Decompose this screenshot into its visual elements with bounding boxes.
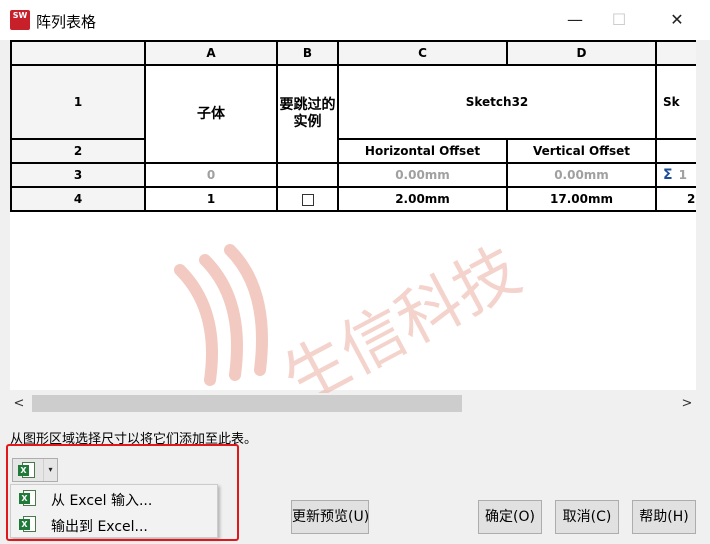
table-cell: Σ1 — [655, 162, 696, 188]
menu-item-export-excel[interactable]: X 输出到 Excel... — [11, 512, 217, 537]
scroll-right-arrow[interactable]: > — [678, 393, 696, 415]
scrollbar-thumb[interactable] — [32, 395, 462, 412]
sigma-icon: Σ — [663, 167, 673, 183]
cancel-button[interactable]: 取消(C) — [555, 500, 619, 534]
row-header-3[interactable]: 3 — [10, 162, 146, 188]
maximize-button: ☐ — [611, 10, 627, 29]
pattern-table-area[interactable]: A B C D 1 子体 要跳过的实例 Sketch32 Sk 2 Horizo… — [10, 40, 696, 390]
excel-icon: X — [18, 461, 36, 479]
table-cell: 0.00mm — [506, 162, 657, 188]
excel-dropdown-menu: X 从 Excel 输入... X 输出到 Excel... — [10, 484, 218, 538]
update-preview-button[interactable]: 更新预览(U) — [291, 500, 369, 534]
column-header-d[interactable]: D — [506, 40, 657, 66]
table-cell — [276, 162, 339, 188]
table-cell[interactable]: 2 — [655, 186, 696, 212]
row-header-4[interactable]: 4 — [10, 186, 146, 212]
column-header-c[interactable]: C — [337, 40, 508, 66]
skip-instance-header: 要跳过的实例 — [276, 64, 339, 164]
menu-item-label: 从 Excel 输入... — [51, 493, 153, 509]
cell-value: 2 — [687, 192, 696, 206]
table-cell[interactable]: 1 — [144, 186, 278, 212]
horizontal-scrollbar[interactable]: < > — [10, 393, 696, 415]
table-cell[interactable] — [276, 186, 339, 212]
menu-item-label: 输出到 Excel... — [51, 519, 148, 535]
excel-export-icon: X — [19, 515, 37, 533]
minimize-button[interactable]: — — [560, 8, 590, 32]
sketch-header-truncated: Sk — [655, 64, 696, 140]
horizontal-offset-header: Horizontal Offset — [337, 138, 508, 164]
excel-split-button[interactable]: X ▾ — [12, 458, 58, 482]
chevron-down-icon[interactable]: ▾ — [43, 459, 57, 481]
close-button[interactable]: ✕ — [662, 8, 692, 32]
cell-value: 1 — [678, 168, 687, 182]
menu-item-import-excel[interactable]: X 从 Excel 输入... — [11, 486, 217, 511]
sketch-header: Sketch32 — [337, 64, 657, 140]
title-bar: SW 阵列表格 — ☐ ✕ — [0, 0, 710, 40]
column-header-b[interactable]: B — [276, 40, 339, 66]
ok-button[interactable]: 确定(O) — [478, 500, 542, 534]
child-body-header: 子体 — [144, 64, 278, 164]
row-header-2[interactable]: 2 — [10, 138, 146, 164]
row-header-1[interactable]: 1 — [10, 64, 146, 140]
scroll-left-arrow[interactable]: < — [10, 393, 28, 415]
table-cell: 0 — [144, 162, 278, 188]
window-title: 阵列表格 — [36, 13, 97, 31]
column-header-e[interactable] — [655, 40, 696, 66]
help-button[interactable]: 帮助(H) — [632, 500, 696, 534]
solidworks-app-icon: SW — [10, 10, 30, 30]
column-header-a[interactable]: A — [144, 40, 278, 66]
table-cell[interactable]: 17.00mm — [506, 186, 657, 212]
corner-cell — [10, 40, 146, 66]
excel-import-icon: X — [19, 489, 37, 507]
table-cell[interactable]: 2.00mm — [337, 186, 508, 212]
column-e-subheader — [655, 138, 696, 164]
vertical-offset-header: Vertical Offset — [506, 138, 657, 164]
hint-text: 从图形区域选择尺寸以将它们添加至此表。 — [10, 432, 258, 447]
skip-instance-checkbox[interactable] — [301, 193, 314, 206]
table-cell: 0.00mm — [337, 162, 508, 188]
pattern-table: A B C D 1 子体 要跳过的实例 Sketch32 Sk 2 Horizo… — [10, 40, 696, 212]
